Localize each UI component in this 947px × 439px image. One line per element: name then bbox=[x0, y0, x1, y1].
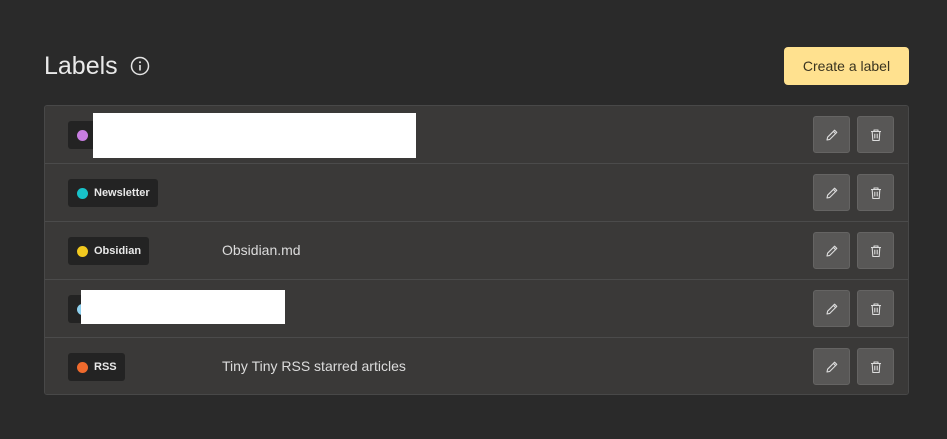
label-row: Newsletter bbox=[45, 164, 908, 222]
label-color-dot bbox=[77, 245, 88, 257]
trash-icon bbox=[870, 302, 881, 315]
pencil-icon bbox=[825, 245, 837, 257]
delete-label-button[interactable] bbox=[857, 348, 894, 385]
pencil-icon bbox=[825, 187, 837, 199]
delete-label-button[interactable] bbox=[857, 116, 894, 153]
label-description: Tiny Tiny RSS starred articles bbox=[222, 358, 406, 374]
label-chip: RSS bbox=[68, 353, 125, 381]
label-color-dot bbox=[77, 187, 88, 199]
label-chip: Obsidian bbox=[68, 237, 150, 265]
edit-label-button[interactable] bbox=[813, 290, 850, 327]
label-chip: Newsletter bbox=[68, 179, 158, 207]
label-row: Obsidian Obsidian.md bbox=[45, 222, 908, 280]
label-chip-name: RSS bbox=[94, 361, 117, 373]
labels-table: Newsletter Obsidian Obsidian.md RSS Tiny… bbox=[44, 105, 909, 395]
pencil-icon bbox=[825, 361, 837, 373]
pencil-icon bbox=[825, 303, 837, 315]
page-header: Labels Create a label bbox=[44, 47, 909, 85]
trash-icon bbox=[870, 244, 881, 257]
label-row bbox=[45, 280, 908, 338]
redacted-block bbox=[81, 290, 285, 324]
trash-icon bbox=[870, 360, 881, 373]
trash-icon bbox=[870, 186, 881, 199]
pencil-icon bbox=[825, 129, 837, 141]
create-label-button[interactable]: Create a label bbox=[784, 47, 909, 85]
redacted-block bbox=[93, 113, 416, 158]
label-row bbox=[45, 106, 908, 164]
label-color-dot bbox=[77, 129, 88, 141]
delete-label-button[interactable] bbox=[857, 290, 894, 327]
label-row: RSS Tiny Tiny RSS starred articles bbox=[45, 338, 908, 394]
edit-label-button[interactable] bbox=[813, 116, 850, 153]
trash-icon bbox=[870, 128, 881, 141]
label-chip-name: Obsidian bbox=[94, 245, 142, 257]
delete-label-button[interactable] bbox=[857, 174, 894, 211]
delete-label-button[interactable] bbox=[857, 232, 894, 269]
page-title: Labels bbox=[44, 52, 118, 80]
info-icon[interactable] bbox=[130, 56, 150, 76]
label-color-dot bbox=[77, 361, 88, 373]
label-chip-name: Newsletter bbox=[94, 187, 150, 199]
edit-label-button[interactable] bbox=[813, 232, 850, 269]
edit-label-button[interactable] bbox=[813, 174, 850, 211]
edit-label-button[interactable] bbox=[813, 348, 850, 385]
label-description: Obsidian.md bbox=[222, 242, 301, 258]
